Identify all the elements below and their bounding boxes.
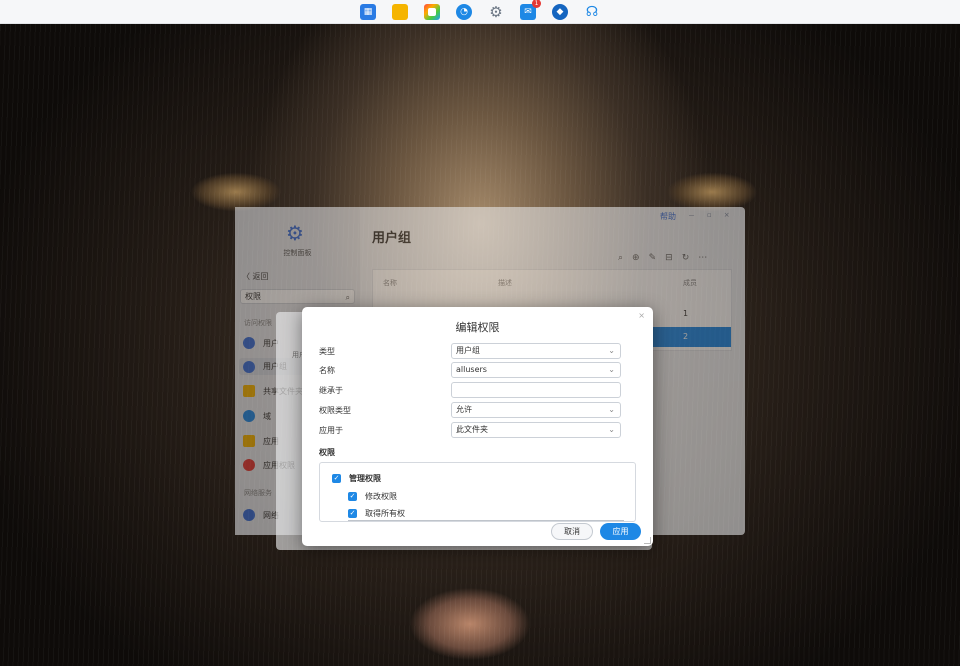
page-title: 用户组 xyxy=(372,231,412,246)
sidebar-item-domain[interactable]: 域 xyxy=(243,410,271,422)
add-icon[interactable]: ⊕ xyxy=(632,253,640,263)
column-header-description: 描述 xyxy=(498,279,512,287)
sidebar-item-user[interactable]: 用户 xyxy=(243,337,279,349)
inherit-label: 继承于 xyxy=(319,386,343,395)
maximize-icon[interactable]: ▫ xyxy=(707,211,712,222)
permissions-list: ✓ 管理权限 ✓ 修改权限 ✓ 取得所有权 xyxy=(319,462,636,522)
section-access-label: 访问权限 xyxy=(244,319,272,327)
permissions-title: 权限 xyxy=(319,448,335,457)
dialog-title: 编辑权限 xyxy=(455,321,500,334)
checkbox-checked-icon[interactable]: ✓ xyxy=(348,492,357,501)
refresh-icon[interactable]: ↻ xyxy=(682,253,690,263)
cancel-button[interactable]: 取消 xyxy=(551,523,593,540)
edit-icon[interactable]: ✎ xyxy=(649,253,657,263)
name-select[interactable]: allusers ⌄ xyxy=(451,362,621,378)
window-title-controls: 帮助 － ▫ × xyxy=(660,211,730,222)
mail-badge: 1 xyxy=(532,0,541,8)
more-icon[interactable]: ⋯ xyxy=(698,253,707,263)
app-permission-icon xyxy=(243,459,255,471)
user-icon xyxy=(243,337,255,349)
permission-type-label: 权限类型 xyxy=(319,406,351,415)
checkbox-checked-icon[interactable]: ✓ xyxy=(332,474,341,483)
sidebar-item-label: 域 xyxy=(263,411,271,421)
name-value: allusers xyxy=(456,365,487,374)
members-cell: 2 xyxy=(683,332,689,341)
search-icon[interactable]: ⌕ xyxy=(618,253,623,263)
column-header-members: 成员 xyxy=(683,279,697,287)
shared-folder-icon xyxy=(243,385,255,397)
type-value: 用户组 xyxy=(456,346,480,355)
checkbox-checked-icon[interactable]: ✓ xyxy=(348,509,357,518)
type-select[interactable]: 用户组 ⌄ xyxy=(451,343,621,359)
chevron-down-icon: ⌄ xyxy=(608,365,615,374)
gear-icon[interactable]: ⚙ xyxy=(488,3,504,21)
apply-button[interactable]: 应用 xyxy=(600,523,641,540)
help-link[interactable]: 帮助 xyxy=(660,211,676,222)
back-link[interactable]: 〈 返回 xyxy=(242,271,269,282)
type-label: 类型 xyxy=(319,347,335,356)
back-label: 返回 xyxy=(252,272,269,281)
network-icon xyxy=(243,509,255,521)
section-network-label: 网络服务 xyxy=(244,489,272,497)
permission-type-select[interactable]: 允许 ⌄ xyxy=(451,402,621,418)
sidebar-item-network[interactable]: 网络 xyxy=(243,509,279,521)
apply-to-value: 此文件夹 xyxy=(456,425,488,434)
horizontal-scrollbar[interactable] xyxy=(348,520,624,521)
permission-label: 修改权限 xyxy=(365,492,397,501)
edit-permission-dialog: × 编辑权限 类型 用户组 ⌄ 名称 allusers ⌄ 继承于 权限类型 允… xyxy=(302,307,653,546)
taskbar: ▦ ◔ ⚙ ✉ 1 ◆ ☊ xyxy=(0,0,960,24)
sidebar-search-value: 权限 xyxy=(245,292,261,301)
domain-icon xyxy=(243,410,255,422)
search-icon: ⌕ xyxy=(345,293,350,302)
chevron-down-icon: ⌄ xyxy=(608,425,615,434)
permission-manage[interactable]: ✓ 管理权限 xyxy=(332,473,381,484)
name-label: 名称 xyxy=(319,366,335,375)
clock-icon[interactable]: ◔ xyxy=(456,3,472,20)
column-header-name: 名称 xyxy=(383,279,397,287)
headset-icon[interactable]: ☊ xyxy=(584,4,600,20)
sidebar-item-app[interactable]: 应用 xyxy=(243,435,279,447)
mail-icon[interactable]: ✉ 1 xyxy=(520,0,541,20)
permission-modify[interactable]: ✓ 修改权限 xyxy=(348,491,397,502)
delete-icon[interactable]: ⊟ xyxy=(665,253,673,263)
folder-icon[interactable] xyxy=(392,3,408,20)
minimize-icon[interactable]: － xyxy=(688,211,695,222)
members-cell: 1 xyxy=(683,309,689,318)
sidebar-search-input[interactable]: 权限 ⌕ xyxy=(240,289,355,304)
permission-type-value: 允许 xyxy=(456,405,472,414)
app-folder-icon xyxy=(243,435,255,447)
close-icon[interactable]: × xyxy=(724,211,730,222)
resize-handle[interactable] xyxy=(644,537,651,544)
permission-label: 取得所有权 xyxy=(365,509,405,518)
control-panel-label: 控制面板 xyxy=(283,249,312,257)
user-group-icon xyxy=(243,360,255,373)
apply-to-label: 应用于 xyxy=(319,426,343,435)
gallery-icon[interactable] xyxy=(424,3,440,20)
permission-take-ownership[interactable]: ✓ 取得所有权 xyxy=(348,508,405,519)
control-panel-gear-icon: ⚙ xyxy=(286,221,304,245)
chevron-down-icon: ⌄ xyxy=(608,405,615,414)
app-grid-icon[interactable]: ▦ xyxy=(360,3,376,20)
apply-to-select[interactable]: 此文件夹 ⌄ xyxy=(451,422,621,438)
permission-label: 管理权限 xyxy=(349,474,381,483)
chevron-down-icon: ⌄ xyxy=(608,346,615,355)
table-toolbar: ⌕ ⊕ ✎ ⊟ ↻ ⋯ xyxy=(618,253,707,263)
inherit-field[interactable] xyxy=(451,382,621,398)
docker-icon[interactable]: ◆ xyxy=(552,3,568,20)
